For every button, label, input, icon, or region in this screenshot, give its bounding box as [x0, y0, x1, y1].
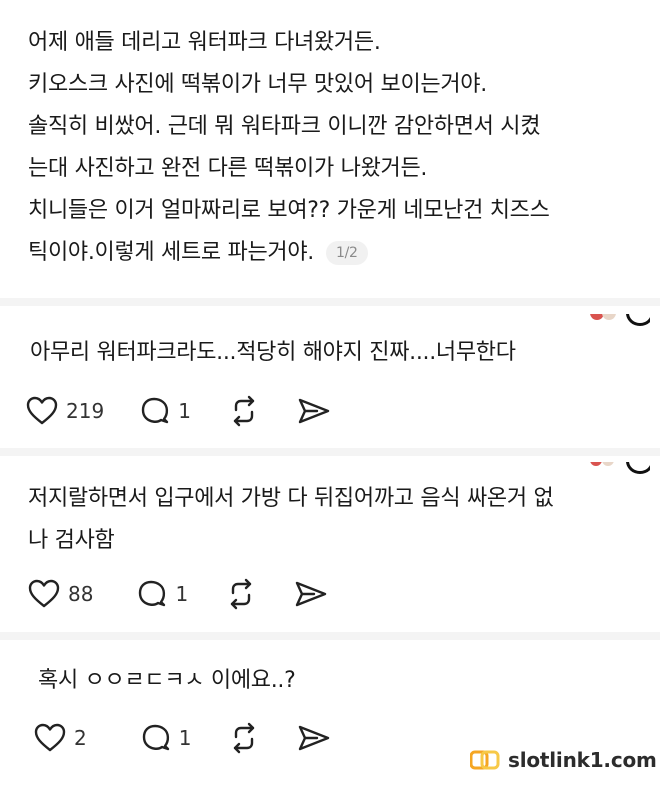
repost-icon: [230, 578, 252, 610]
reply-text: 나 검사함: [28, 528, 115, 553]
like-count: 219: [66, 399, 105, 423]
comment-count: 1: [175, 582, 189, 606]
watermark: slotlink1.com: [469, 748, 657, 772]
repost-button[interactable]: [227, 721, 261, 755]
reply-text: 저지랄하면서 입구에서 가방 다 뒤집어까고 음식 싸온거 없: [28, 486, 554, 511]
comment-count: 1: [178, 726, 192, 750]
reply-actions: 2 1: [34, 721, 367, 755]
reply-text: 아무리 워터파크라도...적당히 해야지 진짜....너무한다: [30, 340, 516, 365]
like-button[interactable]: 219: [26, 396, 104, 426]
reply-actions: 219 1: [26, 394, 367, 428]
comment-button[interactable]: 1: [137, 579, 188, 609]
like-count: 88: [68, 582, 94, 606]
like-count: 2: [74, 726, 87, 750]
heart-icon: [28, 579, 60, 608]
original-post: 어제 애들 데리고 워터파크 다녀왔거든. 키오스크 사진에 떡볶이가 너무 맛…: [28, 22, 638, 274]
comment-bubble-icon: [142, 724, 169, 751]
watermark-logo-icon: [469, 749, 500, 771]
post-text-line: 어제 애들 데리고 워터파크 다녀왔거든.: [28, 30, 381, 55]
comment-bubble-icon: [139, 580, 166, 607]
post-text-line: 솔직히 비쌌어. 근데 뭐 워타파크 이니깐 감안하면서 시켰: [28, 114, 541, 139]
heart-icon: [34, 723, 66, 752]
comment-button[interactable]: 1: [140, 396, 191, 426]
comment-count: 1: [178, 399, 191, 423]
section-divider: [0, 298, 660, 306]
heart-icon: [26, 396, 58, 425]
reply-item: 아무리 워터파크라도...적당히 해야지 진짜....너무한다: [30, 332, 640, 374]
reply-item: 저지랄하면서 입구에서 가방 다 뒤집어까고 음식 싸온거 없 나 검사함: [28, 478, 638, 562]
reply-actions: 88 1: [28, 577, 364, 611]
avatar-fragment: [590, 314, 650, 326]
image-page-badge[interactable]: 1/2: [326, 241, 368, 265]
post-text-line: 는대 사진하고 완전 다른 떡볶이가 나왔거든.: [28, 156, 428, 181]
comment-button[interactable]: 1: [141, 723, 192, 753]
share-button[interactable]: [297, 396, 331, 426]
comment-bubble-icon: [141, 397, 169, 424]
like-button[interactable]: 88: [28, 579, 93, 609]
reply-text: 혹시 ㅇㅇㄹㄷㅋㅅ 이에요..?: [38, 668, 296, 693]
send-icon: [299, 725, 330, 751]
section-divider: [0, 448, 660, 456]
post-text-line: 키오스크 사진에 떡볶이가 너무 맛있어 보이는거야.: [28, 72, 487, 97]
reply-item: 혹시 ㅇㅇㄹㄷㅋㅅ 이에요..?: [38, 660, 648, 702]
repost-icon: [234, 722, 255, 754]
watermark-text: slotlink1.com: [508, 748, 657, 772]
post-text-line: 치니들은 이거 얼마짜리로 보여?? 가운게 네모난건 치즈스: [28, 198, 550, 223]
post-text-line: 틱이야.이렇게 세트로 파는거야. 1/2: [28, 232, 638, 274]
post-text-last: 틱이야.이렇게 세트로 파는거야.: [28, 240, 314, 265]
repost-button[interactable]: [227, 394, 261, 428]
avatar-fragment: [590, 462, 650, 474]
repost-icon: [233, 395, 255, 427]
send-icon: [298, 398, 330, 424]
share-button[interactable]: [294, 579, 328, 609]
section-divider: [0, 632, 660, 640]
share-button[interactable]: [297, 723, 331, 753]
send-icon: [295, 581, 327, 607]
repost-button[interactable]: [224, 577, 258, 611]
like-button[interactable]: 2: [34, 723, 87, 753]
